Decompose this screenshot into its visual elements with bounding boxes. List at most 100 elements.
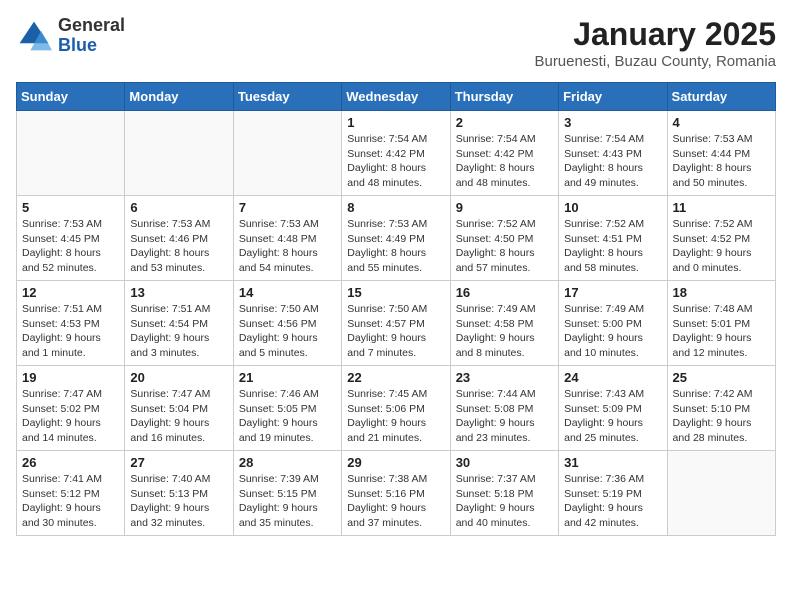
day-info: Sunrise: 7:40 AM Sunset: 5:13 PM Dayligh… [130, 472, 227, 531]
day-number: 18 [673, 285, 770, 300]
day-number: 26 [22, 455, 119, 470]
day-cell: 24Sunrise: 7:43 AM Sunset: 5:09 PM Dayli… [559, 366, 667, 451]
day-cell [233, 111, 341, 196]
day-cell: 23 Sunrise: 7:44 AM Sunset: 5:08 PM Dayli… [450, 366, 558, 451]
header-wednesday: Wednesday [342, 83, 450, 111]
day-info: Sunrise: 7:51 AM Sunset: 4:53 PM Dayligh… [22, 302, 119, 361]
day-cell: 30Sunrise: 7:37 AM Sunset: 5:18 PM Dayli… [450, 451, 558, 536]
day-number: 28 [239, 455, 336, 470]
day-number: 10 [564, 200, 661, 215]
day-info: Sunrise: 7:49 AM Sunset: 5:00 PM Dayligh… [564, 302, 661, 361]
day-info: Sunrise: 7:52 AM Sunset: 4:51 PM Dayligh… [564, 217, 661, 276]
day-info: Sunrise: 7:47 AM Sunset: 5:04 PM Dayligh… [130, 387, 227, 446]
day-cell: 25 Sunrise: 7:42 AM Sunset: 5:10 PM Dayli… [667, 366, 775, 451]
day-info: Sunrise: 7:42 AM Sunset: 5:10 PM Dayligh… [673, 387, 770, 446]
day-info: Sunrise: 7:51 AM Sunset: 4:54 PM Dayligh… [130, 302, 227, 361]
day-info: Sunrise: 7:38 AM Sunset: 5:16 PM Dayligh… [347, 472, 444, 531]
day-number: 11 [673, 200, 770, 215]
header-monday: Monday [125, 83, 233, 111]
day-cell [667, 451, 775, 536]
day-cell: 29 Sunrise: 7:38 AM Sunset: 5:16 PM Dayli… [342, 451, 450, 536]
logo: General Blue [16, 16, 125, 56]
day-info: Sunrise: 7:50 AM Sunset: 4:57 PM Dayligh… [347, 302, 444, 361]
day-cell: 21Sunrise: 7:46 AM Sunset: 5:05 PM Dayli… [233, 366, 341, 451]
day-number: 19 [22, 370, 119, 385]
day-info: Sunrise: 7:37 AM Sunset: 5:18 PM Dayligh… [456, 472, 553, 531]
day-cell: 11 Sunrise: 7:52 AM Sunset: 4:52 PM Dayli… [667, 196, 775, 281]
day-cell: 26 Sunrise: 7:41 AM Sunset: 5:12 PM Dayli… [17, 451, 125, 536]
month-title: January 2025 [534, 16, 776, 53]
week-row-3: 12 Sunrise: 7:51 AM Sunset: 4:53 PM Dayli… [17, 281, 776, 366]
day-cell: 5 Sunrise: 7:53 AM Sunset: 4:45 PM Daylig… [17, 196, 125, 281]
day-cell: 3Sunrise: 7:54 AM Sunset: 4:43 PM Daylig… [559, 111, 667, 196]
day-info: Sunrise: 7:36 AM Sunset: 5:19 PM Dayligh… [564, 472, 661, 531]
header-thursday: Thursday [450, 83, 558, 111]
day-info: Sunrise: 7:53 AM Sunset: 4:49 PM Dayligh… [347, 217, 444, 276]
header-saturday: Saturday [667, 83, 775, 111]
week-row-4: 19 Sunrise: 7:47 AM Sunset: 5:02 PM Dayli… [17, 366, 776, 451]
day-cell [125, 111, 233, 196]
day-number: 16 [456, 285, 553, 300]
day-number: 22 [347, 370, 444, 385]
day-number: 3 [564, 115, 661, 130]
day-cell: 27 Sunrise: 7:40 AM Sunset: 5:13 PM Dayli… [125, 451, 233, 536]
week-row-2: 5 Sunrise: 7:53 AM Sunset: 4:45 PM Daylig… [17, 196, 776, 281]
day-info: Sunrise: 7:52 AM Sunset: 4:50 PM Dayligh… [456, 217, 553, 276]
day-number: 20 [130, 370, 227, 385]
day-cell: 22 Sunrise: 7:45 AM Sunset: 5:06 PM Dayli… [342, 366, 450, 451]
logo-icon [16, 18, 52, 54]
header-tuesday: Tuesday [233, 83, 341, 111]
day-number: 6 [130, 200, 227, 215]
calendar: Sunday Monday Tuesday Wednesday Thursday… [16, 82, 776, 536]
day-number: 4 [673, 115, 770, 130]
day-cell: 8 Sunrise: 7:53 AM Sunset: 4:49 PM Daylig… [342, 196, 450, 281]
day-number: 23 [456, 370, 553, 385]
weekday-header-row: Sunday Monday Tuesday Wednesday Thursday… [17, 83, 776, 111]
day-number: 17 [564, 285, 661, 300]
day-number: 14 [239, 285, 336, 300]
day-number: 9 [456, 200, 553, 215]
day-info: Sunrise: 7:53 AM Sunset: 4:48 PM Dayligh… [239, 217, 336, 276]
day-cell: 15 Sunrise: 7:50 AM Sunset: 4:57 PM Dayli… [342, 281, 450, 366]
day-cell: 20 Sunrise: 7:47 AM Sunset: 5:04 PM Dayli… [125, 366, 233, 451]
day-cell: 17 Sunrise: 7:49 AM Sunset: 5:00 PM Dayli… [559, 281, 667, 366]
day-cell: 6 Sunrise: 7:53 AM Sunset: 4:46 PM Daylig… [125, 196, 233, 281]
day-info: Sunrise: 7:54 AM Sunset: 4:42 PM Dayligh… [456, 132, 553, 191]
day-cell: 19 Sunrise: 7:47 AM Sunset: 5:02 PM Dayli… [17, 366, 125, 451]
day-number: 5 [22, 200, 119, 215]
day-info: Sunrise: 7:52 AM Sunset: 4:52 PM Dayligh… [673, 217, 770, 276]
day-cell: 14Sunrise: 7:50 AM Sunset: 4:56 PM Dayli… [233, 281, 341, 366]
day-info: Sunrise: 7:44 AM Sunset: 5:08 PM Dayligh… [456, 387, 553, 446]
title-area: January 2025 Buruenesti, Buzau County, R… [534, 16, 776, 70]
day-cell: 1 Sunrise: 7:54 AM Sunset: 4:42 PM Daylig… [342, 111, 450, 196]
day-number: 2 [456, 115, 553, 130]
day-info: Sunrise: 7:53 AM Sunset: 4:46 PM Dayligh… [130, 217, 227, 276]
day-info: Sunrise: 7:39 AM Sunset: 5:15 PM Dayligh… [239, 472, 336, 531]
header-friday: Friday [559, 83, 667, 111]
week-row-1: 1 Sunrise: 7:54 AM Sunset: 4:42 PM Daylig… [17, 111, 776, 196]
day-cell: 16Sunrise: 7:49 AM Sunset: 4:58 PM Dayli… [450, 281, 558, 366]
day-info: Sunrise: 7:53 AM Sunset: 4:44 PM Dayligh… [673, 132, 770, 191]
day-cell: 31 Sunrise: 7:36 AM Sunset: 5:19 PM Dayli… [559, 451, 667, 536]
day-cell: 4 Sunrise: 7:53 AM Sunset: 4:44 PM Daylig… [667, 111, 775, 196]
day-info: Sunrise: 7:41 AM Sunset: 5:12 PM Dayligh… [22, 472, 119, 531]
day-info: Sunrise: 7:45 AM Sunset: 5:06 PM Dayligh… [347, 387, 444, 446]
day-cell [17, 111, 125, 196]
day-number: 1 [347, 115, 444, 130]
day-number: 29 [347, 455, 444, 470]
day-info: Sunrise: 7:43 AM Sunset: 5:09 PM Dayligh… [564, 387, 661, 446]
day-number: 27 [130, 455, 227, 470]
day-info: Sunrise: 7:47 AM Sunset: 5:02 PM Dayligh… [22, 387, 119, 446]
day-number: 31 [564, 455, 661, 470]
day-info: Sunrise: 7:48 AM Sunset: 5:01 PM Dayligh… [673, 302, 770, 361]
day-number: 25 [673, 370, 770, 385]
day-cell: 18 Sunrise: 7:48 AM Sunset: 5:01 PM Dayli… [667, 281, 775, 366]
day-number: 12 [22, 285, 119, 300]
location-title: Buruenesti, Buzau County, Romania [534, 53, 776, 70]
day-number: 8 [347, 200, 444, 215]
day-info: Sunrise: 7:54 AM Sunset: 4:42 PM Dayligh… [347, 132, 444, 191]
day-info: Sunrise: 7:53 AM Sunset: 4:45 PM Dayligh… [22, 217, 119, 276]
day-cell: 12 Sunrise: 7:51 AM Sunset: 4:53 PM Dayli… [17, 281, 125, 366]
day-number: 15 [347, 285, 444, 300]
header: General Blue January 2025 Buruenesti, Bu… [16, 16, 776, 70]
